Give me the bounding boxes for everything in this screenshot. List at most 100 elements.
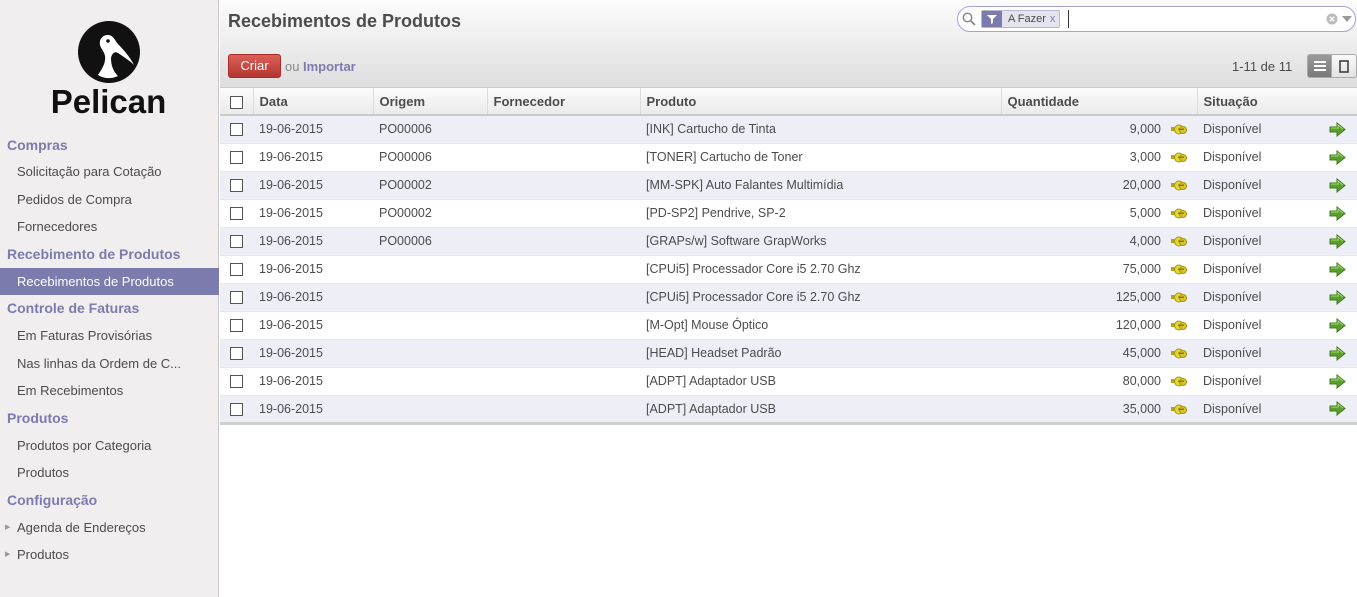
column-header-quantidade[interactable]: Quantidade bbox=[1000, 88, 1166, 116]
row-checkbox[interactable] bbox=[230, 402, 243, 416]
cell-process[interactable] bbox=[1325, 115, 1357, 144]
table-row[interactable]: 19-06-2015 PO00002 [PD-SP2] Pendrive, SP… bbox=[220, 199, 1357, 228]
table-row[interactable]: 19-06-2015 PO00002 [MM-SPK] Auto Falante… bbox=[220, 171, 1357, 200]
process-arrow-icon[interactable] bbox=[1329, 205, 1346, 221]
split-lot-icon[interactable] bbox=[1170, 124, 1187, 135]
column-header-fornecedor[interactable]: Fornecedor bbox=[486, 88, 640, 116]
cell-split[interactable] bbox=[1166, 311, 1197, 340]
cell-process[interactable] bbox=[1325, 311, 1357, 340]
row-select-cell[interactable] bbox=[220, 255, 253, 284]
form-view-button[interactable] bbox=[1332, 54, 1357, 78]
cell-process[interactable] bbox=[1325, 143, 1357, 172]
row-select-cell[interactable] bbox=[220, 283, 253, 312]
menu-item-recebimentos-produtos[interactable]: Recebimentos de Produtos bbox=[0, 267, 219, 295]
split-lot-icon[interactable] bbox=[1170, 208, 1187, 219]
split-lot-icon[interactable] bbox=[1170, 236, 1187, 247]
process-arrow-icon[interactable] bbox=[1329, 401, 1346, 417]
facet-remove-button[interactable]: x bbox=[1050, 13, 1060, 25]
cell-process[interactable] bbox=[1325, 199, 1357, 228]
search-input[interactable] bbox=[1068, 10, 1298, 28]
menu-section-configuracao[interactable]: Configuração bbox=[0, 487, 219, 514]
create-button[interactable]: Criar bbox=[228, 54, 281, 78]
menu-section-controle-faturas[interactable]: Controle de Faturas bbox=[0, 295, 219, 322]
select-all-checkbox[interactable] bbox=[230, 95, 243, 109]
search-options-dropdown[interactable] bbox=[1342, 16, 1352, 22]
menu-item-fornecedores[interactable]: Fornecedores bbox=[0, 213, 219, 241]
cell-process[interactable] bbox=[1325, 395, 1357, 425]
row-select-cell[interactable] bbox=[220, 339, 253, 368]
process-arrow-icon[interactable] bbox=[1329, 373, 1346, 389]
cell-split[interactable] bbox=[1166, 339, 1197, 368]
menu-item-config-produtos[interactable]: ▶ Produtos bbox=[0, 541, 219, 569]
search-facet[interactable]: A Fazer x bbox=[981, 10, 1061, 28]
split-lot-icon[interactable] bbox=[1170, 376, 1187, 387]
row-checkbox[interactable] bbox=[230, 179, 243, 193]
cell-split[interactable] bbox=[1166, 395, 1197, 425]
cell-process[interactable] bbox=[1325, 171, 1357, 200]
row-select-cell[interactable] bbox=[220, 395, 253, 425]
process-arrow-icon[interactable] bbox=[1329, 121, 1346, 137]
column-header-produto[interactable]: Produto bbox=[639, 88, 1001, 116]
process-arrow-icon[interactable] bbox=[1329, 261, 1346, 277]
row-select-cell[interactable] bbox=[220, 115, 253, 144]
split-lot-icon[interactable] bbox=[1170, 348, 1187, 359]
table-row[interactable]: 19-06-2015 PO00006 [GRAPs/w] Software Gr… bbox=[220, 227, 1357, 256]
row-select-cell[interactable] bbox=[220, 367, 253, 396]
row-select-cell[interactable] bbox=[220, 171, 253, 200]
menu-item-agenda-enderecos[interactable]: ▶ Agenda de Endereços bbox=[0, 514, 219, 542]
row-checkbox[interactable] bbox=[230, 291, 243, 305]
cell-process[interactable] bbox=[1325, 339, 1357, 368]
column-header-situacao[interactable]: Situação bbox=[1196, 88, 1325, 116]
menu-item-faturas-provisorias[interactable]: Em Faturas Provisórias bbox=[0, 322, 219, 350]
row-checkbox[interactable] bbox=[230, 347, 243, 361]
pelican-logo[interactable]: Pelican bbox=[0, 18, 219, 122]
process-arrow-icon[interactable] bbox=[1329, 289, 1346, 305]
menu-item-pedidos-compra[interactable]: Pedidos de Compra bbox=[0, 186, 219, 214]
row-checkbox[interactable] bbox=[230, 207, 243, 221]
cell-process[interactable] bbox=[1325, 367, 1357, 396]
process-arrow-icon[interactable] bbox=[1329, 345, 1346, 361]
split-lot-icon[interactable] bbox=[1170, 404, 1187, 415]
import-button[interactable]: Importar bbox=[303, 59, 356, 74]
menu-item-produtos[interactable]: Produtos bbox=[0, 459, 219, 487]
cell-split[interactable] bbox=[1166, 199, 1197, 228]
cell-process[interactable] bbox=[1325, 283, 1357, 312]
menu-section-compras[interactable]: Compras bbox=[0, 132, 219, 158]
process-arrow-icon[interactable] bbox=[1329, 177, 1346, 193]
process-arrow-icon[interactable] bbox=[1329, 149, 1346, 165]
menu-item-linhas-ordem[interactable]: Nas linhas da Ordem de C... bbox=[0, 350, 219, 378]
row-checkbox[interactable] bbox=[230, 375, 243, 389]
table-row[interactable]: 19-06-2015 [ADPT] Adaptador USB 80,000 D… bbox=[220, 367, 1357, 396]
menu-item-solicitacao-cotacao[interactable]: Solicitação para Cotação bbox=[0, 158, 219, 186]
row-select-cell[interactable] bbox=[220, 311, 253, 340]
menu-item-produtos-categoria[interactable]: Produtos por Categoria bbox=[0, 432, 219, 460]
row-checkbox[interactable] bbox=[230, 263, 243, 277]
table-row[interactable]: 19-06-2015 [CPUi5] Processador Core i5 2… bbox=[220, 255, 1357, 284]
menu-item-em-recebimentos[interactable]: Em Recebimentos bbox=[0, 377, 219, 405]
row-checkbox[interactable] bbox=[230, 123, 243, 137]
menu-section-produtos[interactable]: Produtos bbox=[0, 405, 219, 432]
row-select-cell[interactable] bbox=[220, 143, 253, 172]
cell-split[interactable] bbox=[1166, 283, 1197, 312]
row-checkbox[interactable] bbox=[230, 151, 243, 165]
split-lot-icon[interactable] bbox=[1170, 264, 1187, 275]
split-lot-icon[interactable] bbox=[1170, 292, 1187, 303]
cell-split[interactable] bbox=[1166, 367, 1197, 396]
table-row[interactable]: 19-06-2015 [ADPT] Adaptador USB 35,000 D… bbox=[220, 395, 1357, 425]
search-bar[interactable]: A Fazer x bbox=[957, 6, 1356, 32]
cell-process[interactable] bbox=[1325, 255, 1357, 284]
row-checkbox[interactable] bbox=[230, 235, 243, 249]
cell-split[interactable] bbox=[1166, 171, 1197, 200]
cell-split[interactable] bbox=[1166, 255, 1197, 284]
table-row[interactable]: 19-06-2015 PO00006 [INK] Cartucho de Tin… bbox=[220, 115, 1357, 144]
row-select-cell[interactable] bbox=[220, 199, 253, 228]
cell-process[interactable] bbox=[1325, 227, 1357, 256]
column-header-data[interactable]: Data bbox=[252, 88, 373, 116]
cell-split[interactable] bbox=[1166, 115, 1197, 144]
list-view-button[interactable] bbox=[1307, 54, 1332, 78]
table-row[interactable]: 19-06-2015 PO00006 [TONER] Cartucho de T… bbox=[220, 143, 1357, 172]
clear-search-icon[interactable] bbox=[1326, 13, 1338, 25]
table-row[interactable]: 19-06-2015 [M-Opt] Mouse Óptico 120,000 … bbox=[220, 311, 1357, 340]
process-arrow-icon[interactable] bbox=[1329, 317, 1346, 333]
select-all-cell[interactable] bbox=[220, 88, 253, 116]
